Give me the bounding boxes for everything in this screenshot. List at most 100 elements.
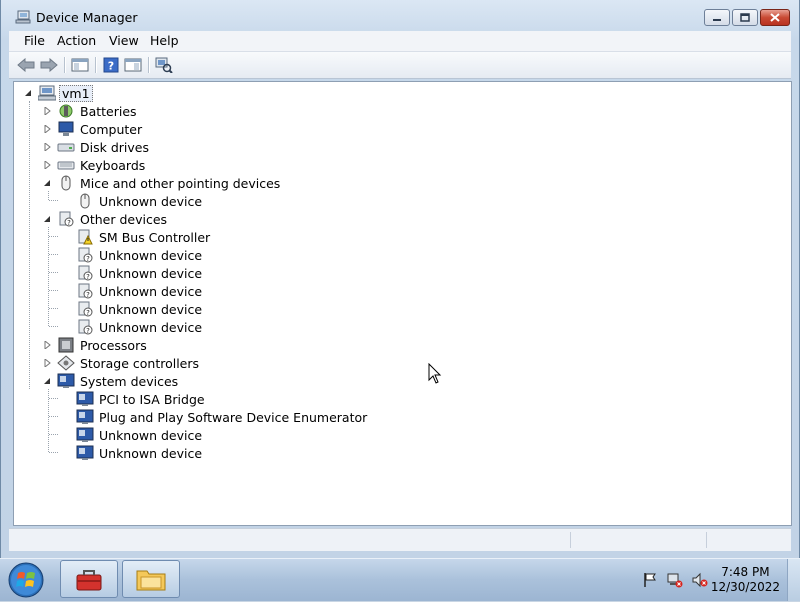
device-label: Unknown device — [99, 247, 203, 263]
windows-logo-icon — [8, 562, 44, 598]
device-label: SM Bus Controller — [99, 229, 211, 245]
back-button[interactable] — [16, 56, 36, 74]
system-clock[interactable]: 7:48 PM 12/30/2022 — [711, 565, 780, 595]
device-label: Plug and Play Software Device Enumerator — [99, 409, 368, 425]
collapse-arrow-icon[interactable] — [44, 215, 51, 223]
window-title: Device Manager — [36, 10, 138, 25]
device-item[interactable]: ? Unknown device — [60, 318, 204, 336]
collapse-arrow-icon[interactable] — [44, 179, 51, 187]
svg-text:?: ? — [86, 309, 90, 317]
disk-drive-icon — [57, 139, 75, 155]
expand-arrow-icon[interactable] — [44, 359, 51, 367]
category-label: Disk drives — [80, 139, 149, 155]
category-disk-drives[interactable]: Disk drives — [41, 138, 151, 156]
device-label: Unknown device — [99, 265, 203, 281]
start-button[interactable] — [6, 561, 46, 599]
properties-button[interactable] — [123, 56, 143, 74]
taskbar-device-manager-button[interactable] — [60, 560, 118, 598]
close-icon — [770, 13, 780, 22]
device-manager-window: Device Manager File Action View Help ? v… — [0, 0, 800, 559]
device-item[interactable]: Plug and Play Software Device Enumerator — [60, 408, 369, 426]
taskbar: 7:48 PM 12/30/2022 — [0, 558, 800, 601]
category-processors[interactable]: Processors — [41, 336, 149, 354]
action-center-flag-icon[interactable] — [642, 572, 658, 588]
device-item[interactable]: SM Bus Controller — [60, 228, 212, 246]
minimize-button[interactable] — [704, 9, 730, 26]
device-item[interactable]: ? Unknown device — [60, 246, 204, 264]
warning-device-icon — [76, 229, 94, 245]
device-tree: vm1 Batteries Computer Disk drives Keybo… — [13, 81, 792, 526]
menu-help[interactable]: Help — [147, 33, 182, 48]
category-computer[interactable]: Computer — [41, 120, 144, 138]
device-item[interactable]: Unknown device — [60, 444, 204, 462]
system-device-icon — [76, 445, 94, 461]
device-label: Unknown device — [99, 427, 203, 443]
toolbox-icon — [76, 570, 102, 591]
close-button[interactable] — [760, 9, 790, 26]
device-item[interactable]: ? Unknown device — [60, 282, 204, 300]
taskbar-file-explorer-button[interactable] — [122, 560, 180, 598]
network-icon[interactable] — [667, 572, 683, 588]
tree-root-label: vm1 — [59, 84, 93, 102]
category-system-devices[interactable]: System devices — [41, 372, 180, 390]
status-bar — [9, 528, 791, 551]
menu-file[interactable]: File — [21, 33, 48, 48]
keyboard-icon — [57, 157, 75, 173]
device-item[interactable]: Unknown device — [60, 192, 204, 210]
unknown-device-icon: ? — [57, 211, 75, 227]
device-label: Unknown device — [99, 193, 203, 209]
processor-icon — [57, 337, 75, 353]
help-icon: ? — [103, 57, 119, 73]
category-label: Computer — [80, 121, 143, 137]
show-hide-console-tree-icon — [71, 58, 89, 72]
expand-arrow-icon[interactable] — [44, 125, 51, 133]
maximize-button[interactable] — [732, 9, 758, 26]
computer-icon — [38, 85, 56, 101]
storage-controller-icon — [57, 355, 75, 371]
scan-hardware-button[interactable] — [154, 56, 174, 74]
category-mice[interactable]: Mice and other pointing devices — [41, 174, 282, 192]
mouse-icon — [57, 175, 75, 191]
category-label: Storage controllers — [80, 355, 200, 371]
show-desktop-button[interactable] — [787, 559, 800, 601]
collapse-arrow-icon[interactable] — [25, 89, 32, 97]
menu-action[interactable]: Action — [54, 33, 99, 48]
device-label: PCI to ISA Bridge — [99, 391, 205, 407]
collapse-arrow-icon[interactable] — [44, 377, 51, 385]
category-storage-controllers[interactable]: Storage controllers — [41, 354, 201, 372]
unknown-device-icon: ? — [76, 265, 94, 281]
toolbar: ? — [9, 52, 791, 79]
device-item[interactable]: ? Unknown device — [60, 300, 204, 318]
volume-muted-icon[interactable] — [692, 572, 708, 588]
category-other-devices[interactable]: ? Other devices — [41, 210, 169, 228]
device-label: Unknown device — [99, 445, 203, 461]
category-label: Mice and other pointing devices — [80, 175, 281, 191]
help-button[interactable]: ? — [101, 56, 121, 74]
category-label: Processors — [80, 337, 147, 353]
device-manager-icon — [15, 10, 31, 24]
menu-view[interactable]: View — [106, 33, 142, 48]
device-item[interactable]: PCI to ISA Bridge — [60, 390, 207, 408]
device-item[interactable]: Unknown device — [60, 426, 204, 444]
expand-arrow-icon[interactable] — [44, 161, 51, 169]
svg-text:?: ? — [67, 219, 71, 227]
maximize-icon — [740, 13, 750, 22]
clock-time: 7:48 PM — [721, 565, 770, 579]
category-label: System devices — [80, 373, 179, 389]
file-explorer-icon — [136, 570, 166, 591]
system-device-icon — [76, 427, 94, 443]
category-keyboards[interactable]: Keyboards — [41, 156, 147, 174]
forward-arrow-icon — [40, 58, 58, 72]
tree-root[interactable]: vm1 — [22, 84, 93, 102]
device-item[interactable]: ? Unknown device — [60, 264, 204, 282]
category-batteries[interactable]: Batteries — [41, 102, 139, 120]
category-label: Batteries — [80, 103, 137, 119]
title-bar[interactable]: Device Manager — [1, 0, 799, 34]
show-hide-console-tree-button[interactable] — [70, 56, 90, 74]
expand-arrow-icon[interactable] — [44, 143, 51, 151]
forward-button[interactable] — [39, 56, 59, 74]
expand-arrow-icon[interactable] — [44, 107, 51, 115]
expand-arrow-icon[interactable] — [44, 341, 51, 349]
scan-hardware-icon — [155, 57, 173, 73]
unknown-device-icon: ? — [76, 247, 94, 263]
